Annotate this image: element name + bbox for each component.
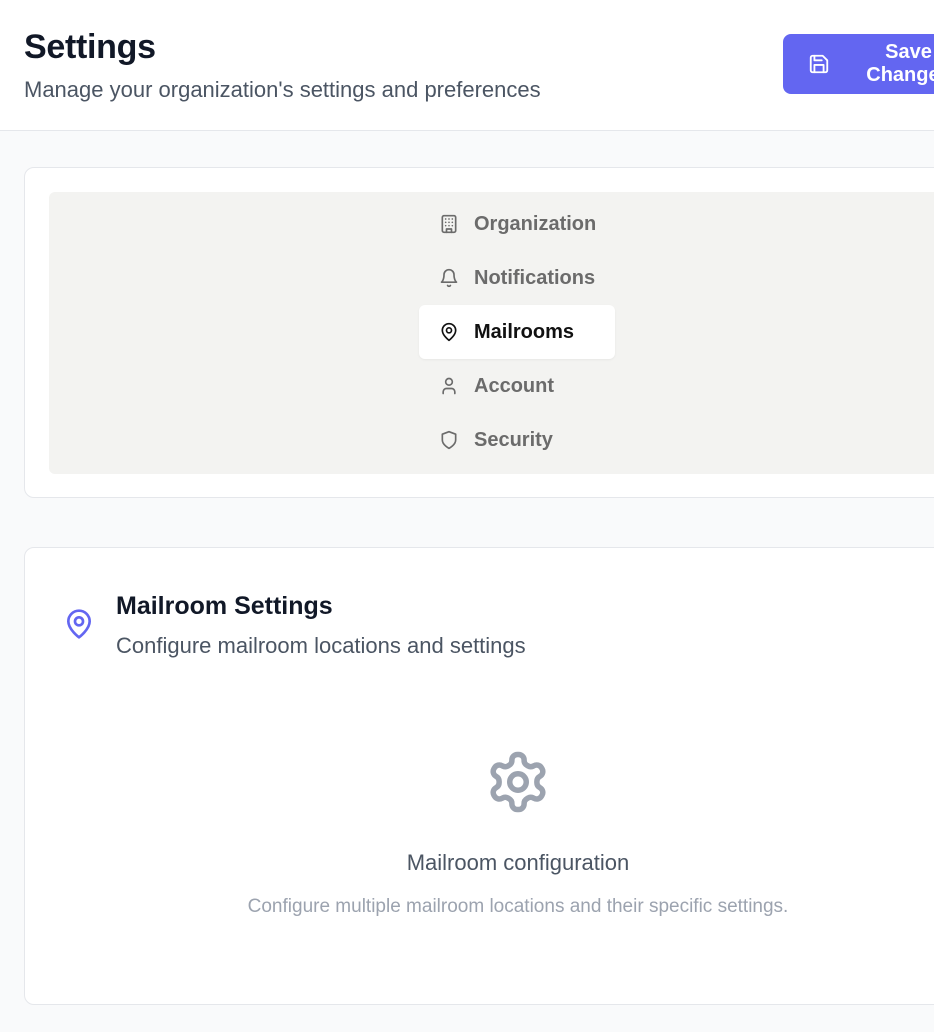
tab-notifications-label: Notifications (474, 266, 596, 289)
section-subtitle: Configure mailroom locations and setting… (116, 633, 526, 658)
tab-organization[interactable]: Organization (419, 197, 615, 251)
map-pin-icon (67, 609, 91, 639)
settings-tabs: Organization Notifications Mailrooms Acc… (49, 192, 934, 474)
tab-organization-label: Organization (474, 212, 597, 235)
page-subtitle: Manage your organization's settings and … (24, 77, 541, 102)
building-icon (441, 214, 457, 234)
tab-notifications[interactable]: Notifications (419, 251, 615, 305)
tab-account-label: Account (474, 374, 554, 397)
tab-mailrooms[interactable]: Mailrooms (419, 305, 615, 359)
settings-tabs-card: Organization Notifications Mailrooms Acc… (24, 167, 934, 498)
tab-mailrooms-label: Mailrooms (474, 320, 575, 343)
empty-state-description: Configure multiple mailroom locations an… (247, 896, 789, 917)
save-icon (809, 54, 829, 74)
save-changes-button[interactable]: Save Changes (783, 34, 934, 94)
tab-security-label: Security (474, 428, 553, 451)
empty-state-title: Mailroom configuration (406, 850, 630, 875)
gear-icon (490, 751, 546, 813)
map-pin-icon (441, 322, 457, 342)
mailroom-settings-card: Mailroom Settings Configure mailroom loc… (24, 547, 934, 1005)
section-title: Mailroom Settings (116, 592, 333, 620)
bell-icon (440, 268, 458, 288)
user-icon (442, 377, 456, 395)
page-header: Settings Manage your organization's sett… (0, 0, 934, 131)
shield-icon (441, 430, 457, 450)
tab-security[interactable]: Security (419, 413, 615, 467)
page-title: Settings (24, 28, 156, 66)
tab-account[interactable]: Account (419, 359, 615, 413)
save-button-label: Save Changes (866, 41, 934, 86)
